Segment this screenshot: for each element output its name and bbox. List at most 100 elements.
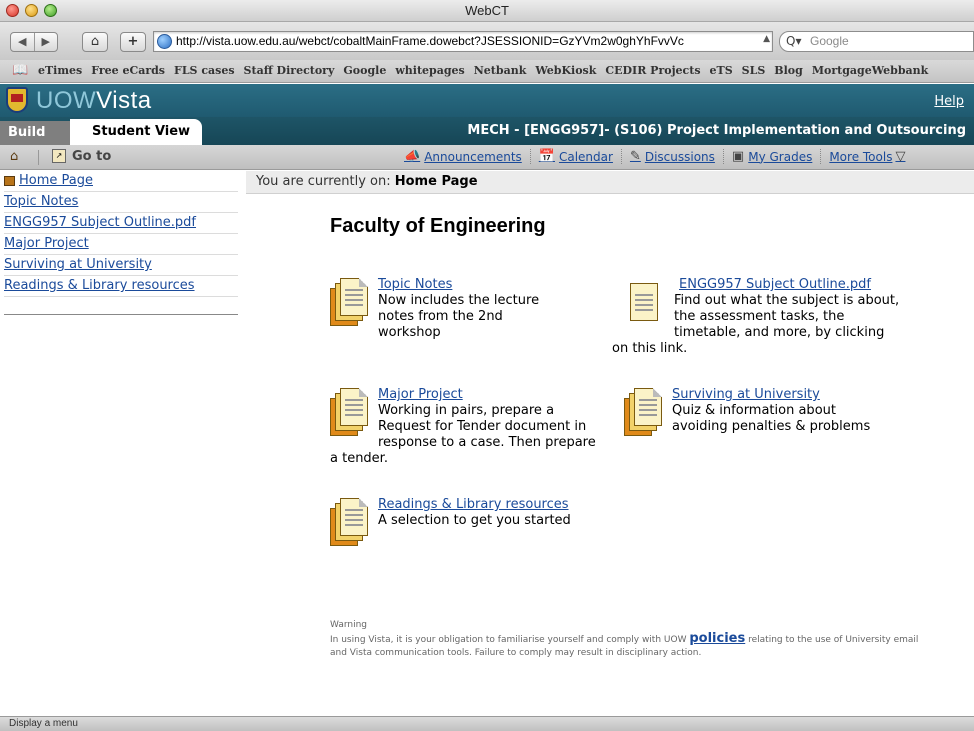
nav-item-topic-notes[interactable]: Topic Notes	[4, 192, 238, 213]
announcements-link[interactable]: 📣 Announcements	[396, 149, 531, 164]
nav-item-home-page[interactable]: Home Page	[4, 171, 238, 192]
bookmark-item[interactable]: eTimes	[38, 64, 82, 77]
major-project-link[interactable]: Major Project	[330, 387, 602, 403]
more-tools-label: More Tools	[829, 149, 893, 164]
content-item-readings-library: Readings & Library resources A selection…	[330, 497, 620, 547]
goto-menu[interactable]: Go to	[72, 149, 111, 164]
add-bookmark-button[interactable]: +	[120, 32, 146, 52]
bookmark-item[interactable]: MortgageWebbank	[812, 64, 928, 77]
bookmarks-bar: 📖 eTimes Free eCards FLS cases Staff Dir…	[0, 60, 974, 83]
discussions-label: Discussions	[644, 149, 715, 164]
home-icon: ⌂	[90, 34, 100, 49]
bookmark-list: eTimes Free eCards FLS cases Staff Direc…	[38, 64, 937, 77]
search-field[interactable]: Q▾ Google	[779, 31, 974, 52]
content-item-major-project: Major Project Working in pairs, prepare …	[330, 387, 602, 467]
announcements-label: Announcements	[424, 149, 522, 164]
calendar-label: Calendar	[558, 149, 613, 164]
nav-item-major-project[interactable]: Major Project	[4, 234, 238, 255]
bookmark-item[interactable]: whitepages	[395, 64, 464, 77]
document-icon[interactable]	[626, 277, 666, 327]
back-arrow-icon[interactable]: ◀	[11, 33, 35, 51]
content-item-surviving-university: Surviving at University Quiz & informati…	[624, 387, 894, 437]
divider	[38, 150, 39, 165]
help-link[interactable]: Help	[934, 94, 964, 109]
left-nav: Home Page Topic Notes ENGG957 Subject Ou…	[0, 171, 238, 315]
bookmark-item[interactable]: Blog	[774, 64, 803, 77]
discussions-icon: ✎	[629, 149, 641, 164]
logo-uow-text: UOW	[36, 87, 97, 114]
tab-student-view[interactable]: Student View	[70, 119, 202, 145]
globe-icon	[157, 34, 172, 49]
bookmark-item[interactable]: WebKiosk	[535, 64, 596, 77]
nav-item-surviving-university[interactable]: Surviving at University	[4, 255, 238, 276]
action-bar: ⌂ ↗ Go to 📣 Announcements 📅 Calendar ✎ Disc…	[0, 145, 974, 170]
item-description: A selection to get you started	[378, 513, 571, 528]
browser-toolbar: ◀ ▶ ⌂ + http://vista.uow.edu.au/webct/co…	[0, 22, 974, 60]
breadcrumb-prefix: You are currently on:	[256, 174, 391, 189]
policies-link[interactable]: policies	[689, 631, 745, 646]
history-dropdown-icon[interactable]: ▲	[763, 34, 770, 44]
warning-title: Warning	[330, 620, 368, 630]
address-bar[interactable]: http://vista.uow.edu.au/webct/cobaltMain…	[153, 31, 773, 52]
page-title: Faculty of Engineering	[330, 215, 546, 237]
home-button[interactable]: ⌂	[82, 32, 108, 52]
search-icon[interactable]: Q▾	[786, 34, 801, 48]
vista-header: UOWVista Help	[0, 84, 974, 117]
bookmark-item[interactable]: SLS	[742, 64, 766, 77]
bookmark-item[interactable]: Google	[343, 64, 386, 77]
nav-item-subject-outline[interactable]: ENGG957 Subject Outline.pdf	[4, 213, 238, 234]
home-icon[interactable]: ⌂	[10, 149, 18, 164]
content-item-subject-outline: ENGG957 Subject Outline.pdf Find out wha…	[612, 277, 902, 357]
document-icon[interactable]	[330, 497, 370, 547]
tab-build[interactable]: Build	[0, 121, 70, 145]
my-grades-label: My Grades	[748, 149, 813, 164]
uow-crest-icon	[6, 87, 28, 113]
breadcrumb: You are currently on: Home Page	[246, 171, 974, 194]
bookmark-item[interactable]: Netbank	[474, 64, 527, 77]
readings-library-link[interactable]: Readings & Library resources	[330, 497, 620, 513]
bookmarks-book-icon[interactable]: 📖	[12, 63, 28, 78]
bookmark-item[interactable]: FLS cases	[174, 64, 235, 77]
main-content: Faculty of Engineering Topic Notes Now i…	[246, 195, 974, 715]
calendar-link[interactable]: 📅 Calendar	[531, 149, 622, 164]
my-grades-link[interactable]: ▣ My Grades	[724, 149, 822, 164]
plus-icon: +	[127, 34, 139, 49]
content-item-topic-notes: Topic Notes Now includes the lecture not…	[330, 277, 552, 341]
back-forward-buttons: ◀ ▶	[10, 32, 58, 52]
item-description: Working in pairs, prepare a Request for …	[330, 403, 596, 466]
bookmark-item[interactable]: Free eCards	[91, 64, 165, 77]
more-tools-menu[interactable]: More Tools ▽	[821, 149, 913, 164]
document-icon[interactable]	[624, 387, 664, 437]
window-title: WebCT	[465, 3, 509, 18]
document-icon[interactable]	[330, 277, 370, 327]
course-title: MECH - [ENGG957]- (S106) Project Impleme…	[467, 123, 966, 138]
bookmark-item[interactable]: eTS	[710, 64, 733, 77]
bookmark-item[interactable]: Staff Directory	[244, 64, 335, 77]
logo-vista-text: Vista	[96, 87, 152, 114]
vista-logo: UOWVista	[36, 87, 152, 115]
bookmark-item[interactable]: CEDIR Projects	[605, 64, 700, 77]
book-icon	[4, 176, 15, 186]
discussions-link[interactable]: ✎ Discussions	[622, 149, 724, 164]
warning-text: In using Vista, it is your obligation to…	[330, 635, 687, 645]
view-tabs: Build Student View MECH - [ENGG957]- (S1…	[0, 117, 974, 145]
chevron-down-icon: ▽	[895, 149, 906, 164]
nav-divider	[4, 297, 238, 315]
subject-outline-link[interactable]: ENGG957 Subject Outline.pdf	[679, 277, 902, 293]
window-titlebar: WebCT	[0, 0, 974, 22]
item-description: Quiz & information about avoiding penalt…	[672, 403, 871, 434]
warning-notice: Warning In using Vista, it is your oblig…	[330, 619, 930, 660]
grades-icon: ▣	[731, 149, 745, 164]
tool-links: 📣 Announcements 📅 Calendar ✎ Discussions ▣ M…	[396, 149, 913, 164]
search-placeholder: Google	[810, 34, 849, 48]
forward-arrow-icon[interactable]: ▶	[35, 33, 58, 51]
document-icon[interactable]	[330, 387, 370, 437]
goto-icon[interactable]: ↗	[52, 149, 66, 163]
announcements-icon: 📣	[404, 149, 421, 164]
surviving-university-link[interactable]: Surviving at University	[624, 387, 894, 403]
nav-item-label: Home Page	[19, 173, 93, 188]
calendar-icon: 📅	[538, 149, 555, 164]
url-text[interactable]: http://vista.uow.edu.au/webct/cobaltMain…	[176, 34, 761, 48]
breadcrumb-current: Home Page	[394, 174, 478, 189]
nav-item-readings-library[interactable]: Readings & Library resources	[4, 276, 238, 297]
